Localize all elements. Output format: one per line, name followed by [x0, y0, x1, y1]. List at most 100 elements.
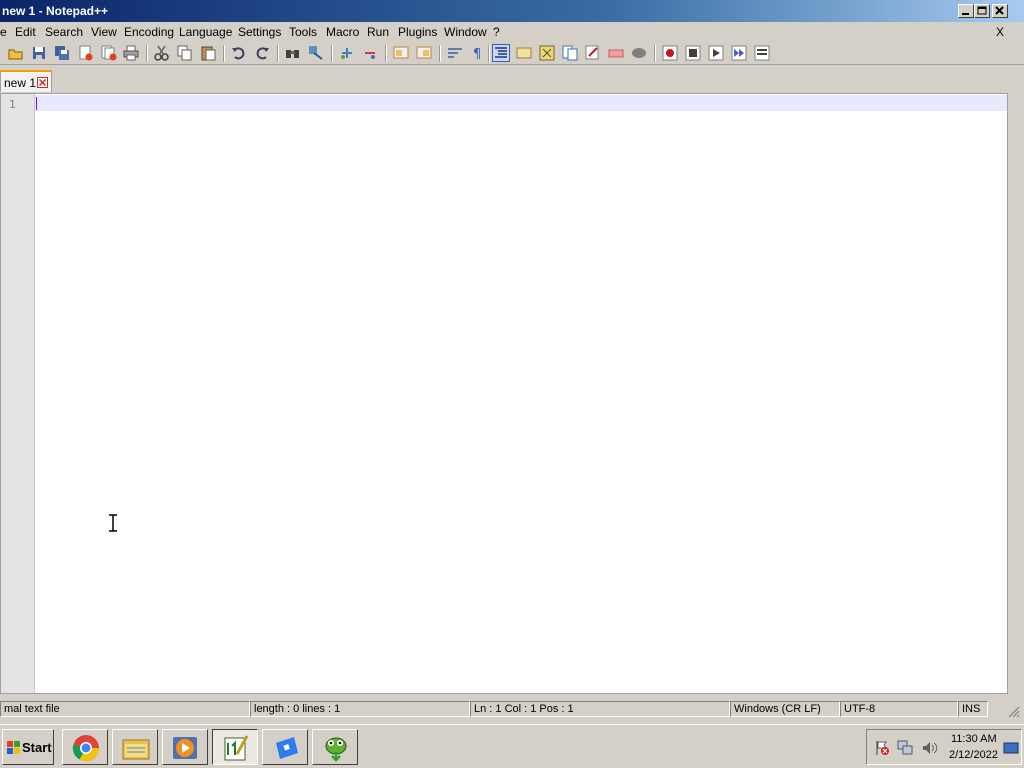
- toolbar-separator: [331, 45, 333, 62]
- record-tail-icon[interactable]: [631, 45, 647, 61]
- taskbar-gecko[interactable]: [312, 729, 358, 765]
- replace-icon[interactable]: [308, 45, 324, 61]
- tab-close-icon[interactable]: [37, 77, 48, 88]
- toolbar-separator: [223, 45, 225, 62]
- status-mode: INS: [958, 701, 988, 717]
- sync-v-icon[interactable]: [393, 45, 409, 61]
- status-eol: Windows (CR LF): [730, 701, 840, 717]
- line-number: 1: [9, 98, 16, 111]
- ibeam-cursor-icon: [109, 514, 117, 532]
- menu-language[interactable]: Language: [179, 25, 232, 39]
- menu-macro[interactable]: Macro: [326, 25, 359, 39]
- record-macro-icon[interactable]: [662, 45, 678, 61]
- show-desktop-icon[interactable]: [1003, 740, 1019, 756]
- open-icon[interactable]: [8, 45, 24, 61]
- zoom-in-icon[interactable]: [339, 45, 355, 61]
- undo-icon[interactable]: [231, 45, 247, 61]
- editor-area[interactable]: 1: [0, 93, 1008, 694]
- menu-run[interactable]: Run: [367, 25, 389, 39]
- start-label: Start: [22, 740, 52, 755]
- taskbar-roblox[interactable]: [262, 729, 308, 765]
- find-icon[interactable]: [285, 45, 301, 61]
- status-file-type: mal text file: [0, 701, 250, 717]
- paste-icon[interactable]: [200, 45, 216, 61]
- indent-guide-icon[interactable]: [492, 44, 510, 62]
- menu-window[interactable]: Window: [444, 25, 487, 39]
- toolbar: ¶: [0, 42, 1024, 65]
- sync-h-icon[interactable]: [416, 45, 432, 61]
- tab-new-1[interactable]: new 1: [0, 70, 52, 92]
- system-tray: 11:30 AM 2/12/2022: [866, 729, 1022, 765]
- stop-macro-icon[interactable]: [685, 45, 701, 61]
- taskbar-media-player[interactable]: [162, 729, 208, 765]
- copy-icon[interactable]: [177, 45, 193, 61]
- menu-search[interactable]: Search: [45, 25, 83, 39]
- cut-icon[interactable]: [154, 45, 170, 61]
- taskbar-chrome[interactable]: [62, 729, 108, 765]
- save-icon[interactable]: [31, 45, 47, 61]
- print-icon[interactable]: [123, 45, 139, 61]
- file-explorer-icon: [122, 739, 150, 760]
- editor-right-edge: [1008, 93, 1024, 694]
- window-title: new 1 - Notepad++: [2, 4, 109, 18]
- monitor-icon[interactable]: [608, 45, 624, 61]
- menu-help[interactable]: ?: [493, 25, 500, 39]
- taskbar-file-explorer[interactable]: [112, 729, 158, 765]
- volume-icon[interactable]: [921, 740, 937, 756]
- menu-settings[interactable]: Settings: [238, 25, 281, 39]
- save-all-icon[interactable]: [54, 45, 70, 61]
- menu-tools[interactable]: Tools: [289, 25, 317, 39]
- minimize-icon: [962, 13, 969, 15]
- clock-time[interactable]: 11:30 AM: [951, 733, 997, 745]
- close-icon: [995, 6, 1004, 15]
- status-bar: mal text file length : 0 lines : 1 Ln : …: [0, 699, 1024, 719]
- toolbar-separator: [277, 45, 279, 62]
- menu-edit[interactable]: Edit: [15, 25, 36, 39]
- roblox-icon: [276, 737, 298, 759]
- folder-workspace-icon[interactable]: [585, 45, 601, 61]
- minimize-button[interactable]: [958, 4, 974, 18]
- gecko-icon: [325, 737, 347, 762]
- start-button[interactable]: Start: [2, 729, 54, 765]
- word-wrap-icon[interactable]: [447, 45, 463, 61]
- svg-text:¶: ¶: [473, 47, 481, 61]
- action-center-flag-icon[interactable]: [874, 740, 890, 756]
- menu-plugins[interactable]: Plugins: [398, 25, 437, 39]
- close-window-button[interactable]: [992, 4, 1008, 18]
- menu-encoding[interactable]: Encoding: [124, 25, 174, 39]
- zoom-out-icon[interactable]: [362, 45, 378, 61]
- media-player-icon: [173, 737, 197, 759]
- maximize-icon: [977, 6, 987, 15]
- close-file-icon[interactable]: [78, 45, 94, 61]
- save-macro-icon[interactable]: [754, 45, 770, 61]
- menu-view[interactable]: View: [91, 25, 117, 39]
- maximize-button[interactable]: [974, 4, 990, 18]
- toolbar-separator: [488, 45, 490, 62]
- play-macro-icon[interactable]: [708, 45, 724, 61]
- clock-date[interactable]: 2/12/2022: [949, 749, 998, 761]
- windows-logo-icon: [7, 741, 20, 754]
- tab-label: new 1: [4, 76, 37, 90]
- run-macro-multiple-icon[interactable]: [731, 45, 747, 61]
- network-icon[interactable]: [897, 740, 913, 756]
- notepadpp-icon: [224, 735, 249, 761]
- close-all-icon[interactable]: [101, 45, 117, 61]
- toolbar-separator: [385, 45, 387, 62]
- toolbar-separator: [654, 45, 656, 62]
- status-encoding: UTF-8: [840, 701, 958, 717]
- lang-icon[interactable]: [516, 45, 532, 61]
- show-all-chars-icon[interactable]: ¶: [470, 45, 486, 61]
- title-bar: new 1 - Notepad++: [0, 0, 1024, 22]
- menu-file[interactable]: e: [0, 25, 7, 39]
- status-position: Ln : 1 Col : 1 Pos : 1: [470, 701, 730, 717]
- doc-map-icon[interactable]: [539, 45, 555, 61]
- taskbar-notepadpp[interactable]: [212, 729, 258, 765]
- close-document-button[interactable]: X: [996, 25, 1004, 39]
- chrome-icon: [72, 735, 100, 762]
- func-list-icon[interactable]: [562, 45, 578, 61]
- status-length-lines: length : 0 lines : 1: [250, 701, 470, 717]
- resize-grip-icon[interactable]: [1006, 704, 1020, 717]
- line-number-gutter: 1: [1, 94, 35, 693]
- toolbar-separator: [439, 45, 441, 62]
- redo-icon[interactable]: [254, 45, 270, 61]
